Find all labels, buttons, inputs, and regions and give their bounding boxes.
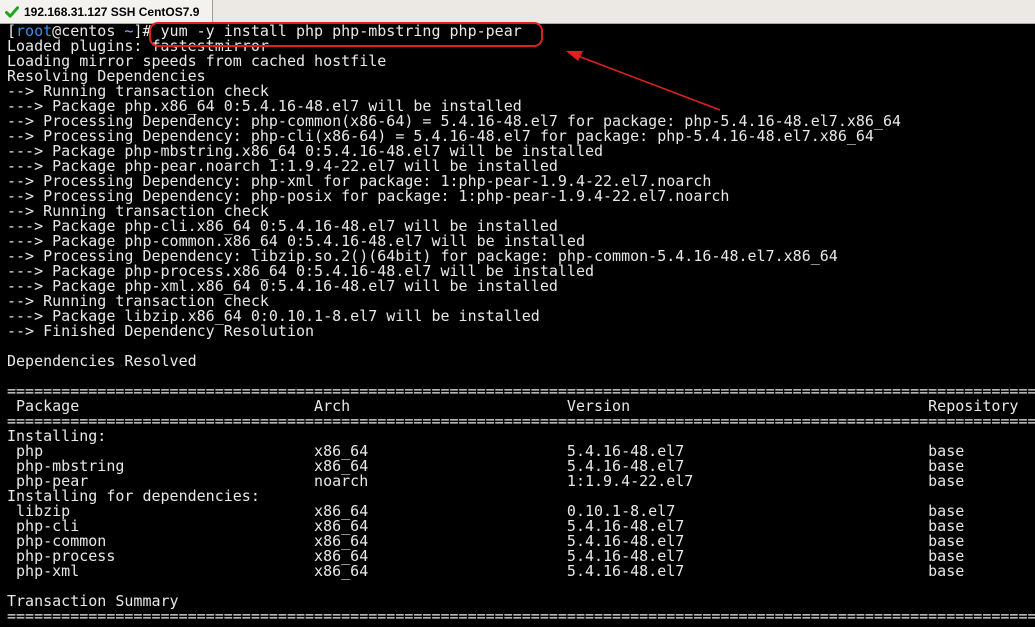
- annotation-arrow: [566, 51, 721, 111]
